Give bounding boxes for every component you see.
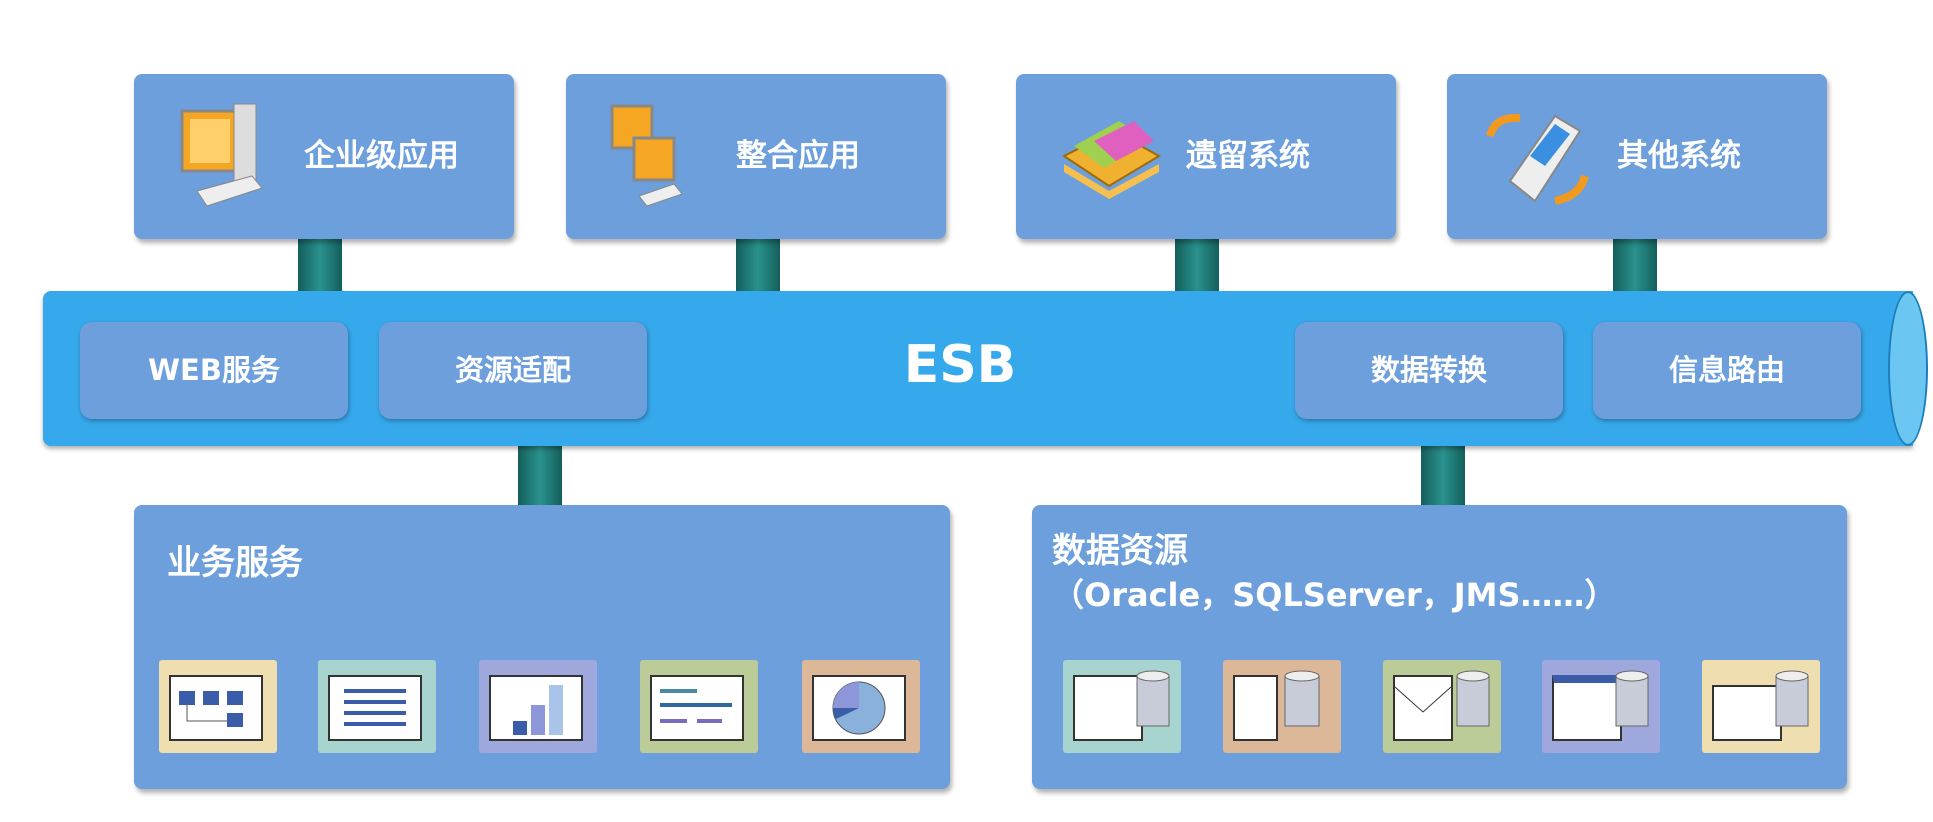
connector [736,239,780,291]
system-integration-app: 整合应用 [566,74,946,239]
mail-database-icon [1383,660,1501,753]
system-enterprise-app: 企业级应用 [134,74,514,239]
bus-end-cap [1888,291,1928,446]
connector [298,239,342,291]
system-other: 其他系统 [1447,74,1827,239]
report-database-icon [1702,660,1820,753]
table-database-icon [1063,660,1181,753]
esb-title: ESB [903,335,1017,395]
system-label: 企业级应用 [304,138,459,174]
list-icon [318,660,436,753]
folders-icon [1062,121,1161,199]
system-label: 遗留系统 [1186,138,1310,174]
document-database-icon [1223,660,1341,753]
gantt-icon [640,660,758,753]
bar-chart-icon [479,660,597,753]
computers-icon [610,104,683,207]
system-label: 其他系统 [1617,138,1741,174]
form-database-icon [1542,660,1660,753]
pie-chart-icon [802,660,920,753]
data-resources-subtitle: （Oracle，SQLServer，JMS……） [1052,576,1617,614]
connector [1421,446,1465,505]
bus-function-data-transform: 数据转换 [1295,322,1563,419]
mobile-device-icon [1486,113,1589,205]
data-resources-title: 数据资源 [1052,531,1188,571]
bus-function-resource-adapter: 资源适配 [379,322,647,419]
system-label: 整合应用 [736,138,860,174]
connector [1175,239,1219,291]
bus-function-message-routing: 信息路由 [1593,322,1861,419]
business-services-title: 业务服务 [167,543,303,583]
system-legacy: 遗留系统 [1016,74,1396,239]
connector [518,446,562,505]
computer-icon [180,103,263,207]
bus-function-web-service: WEB服务 [80,322,348,419]
flowchart-icon [159,660,277,753]
connector [1613,239,1657,291]
